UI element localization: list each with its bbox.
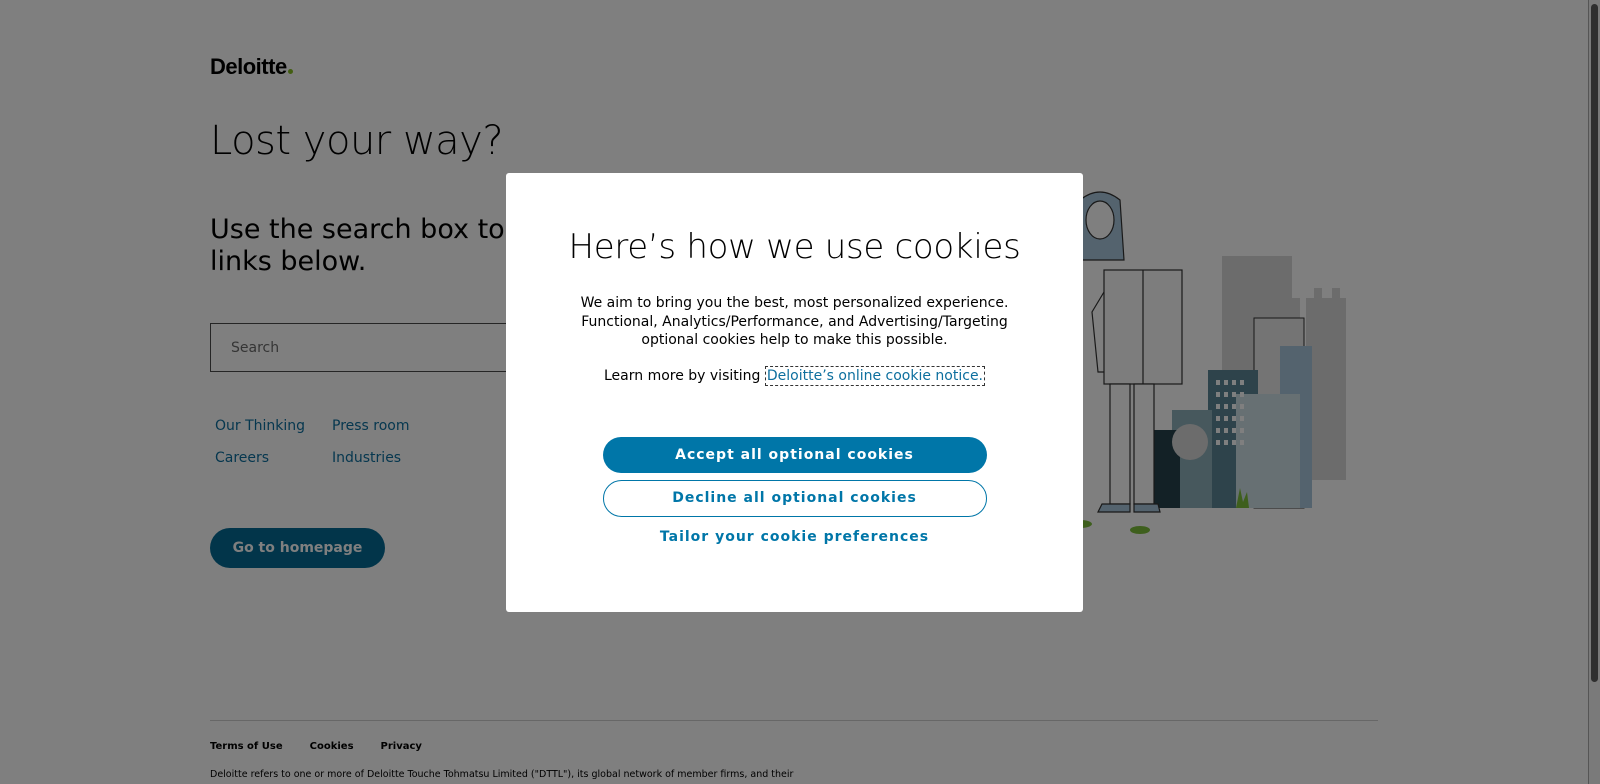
decline-all-cookies-button[interactable]: Decline all optional cookies (602, 479, 987, 517)
page-scrollbar[interactable] (1588, 0, 1600, 784)
cookie-learn-more: Learn more by visiting Deloitte’s online… (506, 365, 1083, 386)
learn-more-prefix: Learn more by visiting (603, 367, 761, 384)
scrollbar-thumb[interactable] (1591, 4, 1598, 682)
accept-all-cookies-button[interactable]: Accept all optional cookies (602, 436, 987, 473)
cookie-consent-dialog: Here’s how we use cookies We aim to brin… (506, 173, 1083, 612)
cookie-dialog-description: We aim to bring you the best, most perso… (580, 295, 1009, 348)
tailor-cookie-preferences-button[interactable]: Tailor your cookie preferences (660, 529, 929, 545)
cookie-dialog-title: Here’s how we use cookies (568, 227, 1021, 267)
cookie-notice-link[interactable]: Deloitte’s online cookie notice. (764, 365, 986, 386)
